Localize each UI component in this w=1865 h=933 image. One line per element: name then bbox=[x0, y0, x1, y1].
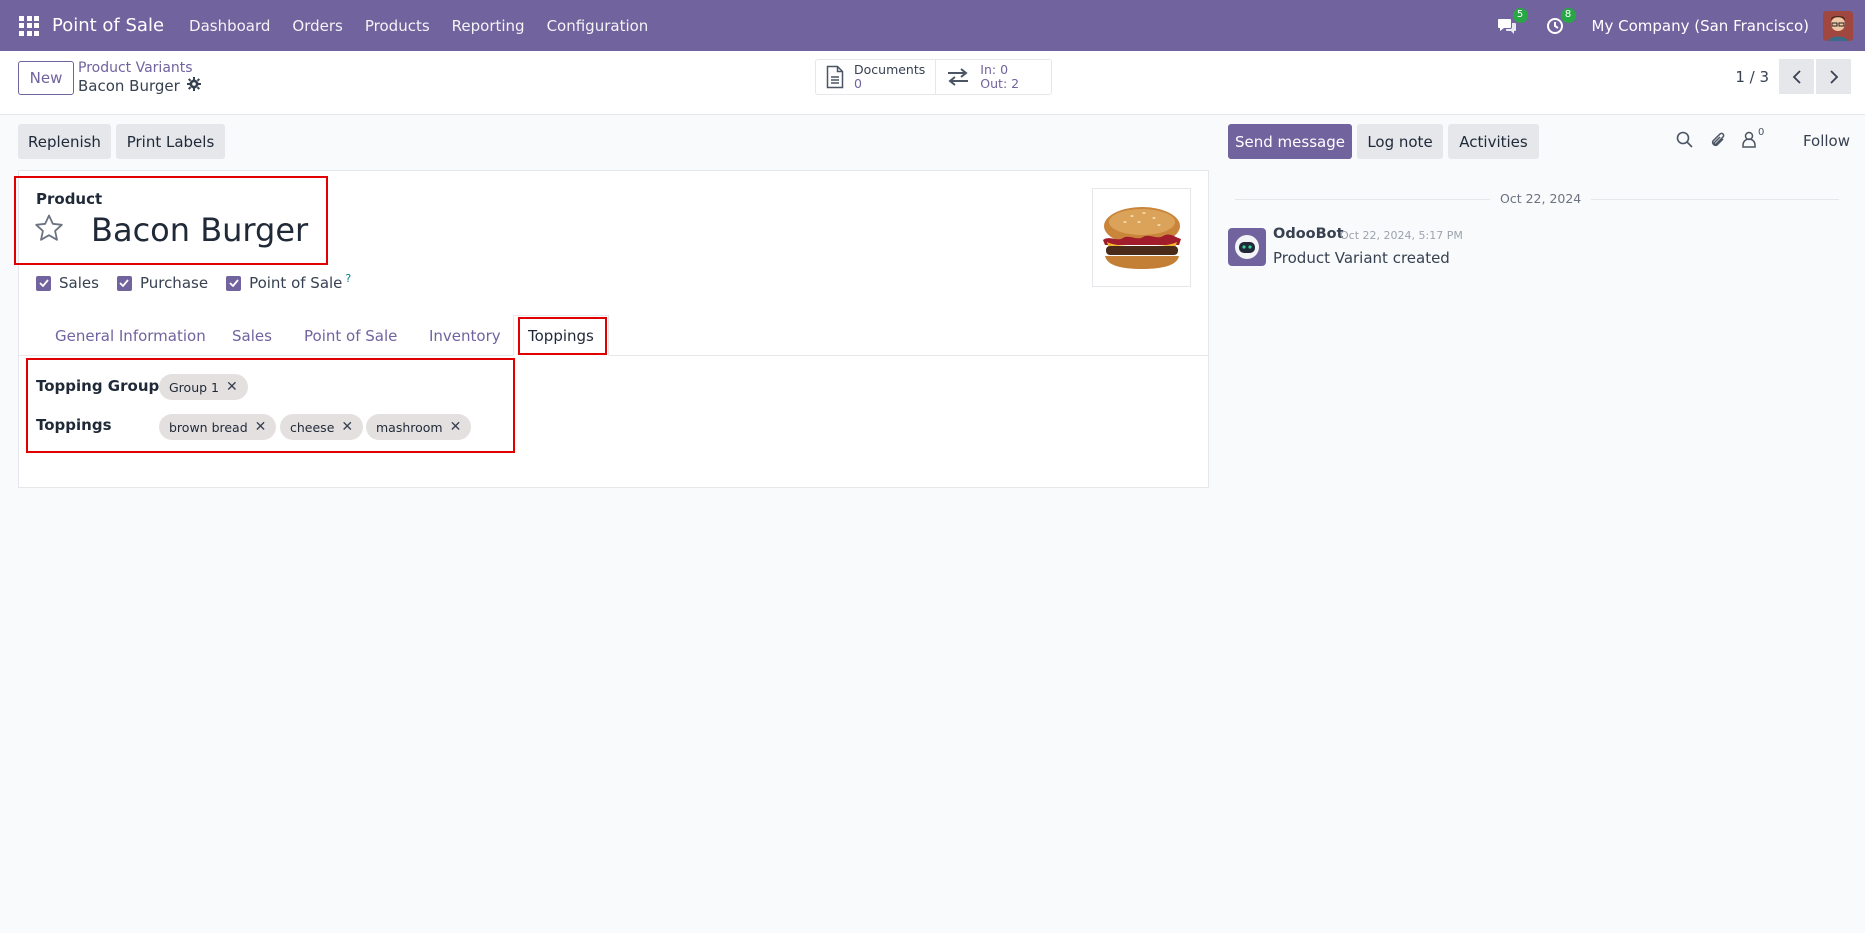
product-image[interactable] bbox=[1092, 188, 1191, 287]
print-labels-button[interactable]: Print Labels bbox=[116, 124, 225, 159]
breadcrumb-parent-link[interactable]: Product Variants bbox=[78, 60, 201, 76]
purchase-checkbox-label: Purchase bbox=[139, 274, 209, 292]
tab-point-of-sale[interactable]: Point of Sale bbox=[304, 315, 397, 356]
chevron-right-icon bbox=[1829, 69, 1839, 84]
product-options: Sales Purchase Point of Sale ? bbox=[36, 272, 369, 292]
moves-in: In: 0 bbox=[980, 62, 1009, 77]
star-icon[interactable] bbox=[34, 214, 64, 246]
close-icon[interactable]: ✕ bbox=[226, 379, 238, 395]
chevron-left-icon bbox=[1792, 69, 1802, 84]
message-body: Product Variant created bbox=[1273, 249, 1450, 267]
clock-icon[interactable]: 8 bbox=[1544, 7, 1576, 37]
message-time: Oct 22, 2024, 5:17 PM bbox=[1340, 229, 1463, 242]
highlight-box-tab bbox=[518, 317, 607, 355]
menu-reporting[interactable]: Reporting bbox=[452, 17, 525, 35]
toppings-label: Toppings bbox=[36, 416, 112, 434]
breadcrumb-current: Bacon Burger bbox=[78, 77, 201, 95]
menu-orders[interactable]: Orders bbox=[292, 17, 342, 35]
search-icon[interactable] bbox=[1676, 131, 1693, 152]
chat-bubbles-icon[interactable]: 5 bbox=[1496, 7, 1528, 37]
odoobot-avatar[interactable] bbox=[1228, 228, 1266, 266]
activities-button[interactable]: Activities bbox=[1448, 124, 1539, 159]
arrows-exchange-icon bbox=[946, 67, 970, 87]
new-button[interactable]: New bbox=[18, 61, 74, 95]
check-icon bbox=[226, 275, 242, 291]
sales-checkbox[interactable]: Sales bbox=[36, 274, 99, 292]
product-label: Product bbox=[36, 190, 103, 208]
log-note-button[interactable]: Log note bbox=[1357, 124, 1443, 159]
user-icon bbox=[1742, 131, 1756, 148]
message-author[interactable]: OdooBot bbox=[1273, 226, 1344, 242]
close-icon[interactable]: ✕ bbox=[255, 419, 267, 435]
file-icon bbox=[826, 65, 844, 89]
breadcrumb: Product Variants Bacon Burger bbox=[78, 60, 201, 95]
close-icon[interactable]: ✕ bbox=[341, 419, 353, 435]
product-name-field[interactable]: Bacon Burger bbox=[91, 211, 308, 249]
company-switcher[interactable]: My Company (San Francisco) bbox=[1592, 17, 1809, 35]
date-separator: Oct 22, 2024 bbox=[1490, 191, 1592, 206]
purchase-checkbox[interactable]: Purchase bbox=[116, 274, 209, 292]
followers-count: 0 bbox=[1758, 127, 1765, 138]
tag-mashroom[interactable]: mashroom ✕ bbox=[366, 414, 472, 440]
documents-label: Documents bbox=[854, 62, 926, 77]
tag-brown-bread[interactable]: brown bread ✕ bbox=[159, 414, 277, 440]
tag-label: Group 1 bbox=[169, 379, 219, 395]
notebook-tabs: General Information Sales Point of Sale … bbox=[19, 315, 1208, 356]
tag-cheese[interactable]: cheese ✕ bbox=[280, 414, 364, 440]
menu-configuration[interactable]: Configuration bbox=[547, 17, 649, 35]
menu-products[interactable]: Products bbox=[365, 17, 430, 35]
tab-general-information[interactable]: General Information bbox=[55, 315, 206, 356]
pager: 1 / 3 bbox=[1735, 59, 1851, 94]
tab-inventory[interactable]: Inventory bbox=[429, 315, 501, 356]
tag-label: cheese bbox=[290, 419, 335, 435]
followers-button[interactable]: 0 bbox=[1742, 127, 1764, 148]
gear-icon[interactable] bbox=[186, 77, 201, 95]
close-icon[interactable]: ✕ bbox=[450, 419, 462, 435]
moves-out: Out: 2 bbox=[980, 76, 1020, 91]
pager-value[interactable]: 1 / 3 bbox=[1735, 68, 1769, 86]
follow-button[interactable]: Follow bbox=[1803, 132, 1850, 150]
activities-badge: 8 bbox=[1560, 7, 1576, 23]
documents-count: 0 bbox=[854, 76, 862, 91]
point-of-sale-checkbox-label: Point of Sale bbox=[249, 274, 343, 292]
point-of-sale-checkbox[interactable]: Point of Sale ? bbox=[226, 272, 351, 292]
navbar-systray: 5 8 My Company (San Francisco) bbox=[1496, 0, 1865, 51]
control-panel: New Product Variants Bacon Burger Docume… bbox=[0, 51, 1865, 115]
check-icon bbox=[36, 275, 51, 291]
tab-sales[interactable]: Sales bbox=[232, 315, 272, 356]
pager-previous-button[interactable] bbox=[1779, 59, 1814, 94]
paperclip-icon[interactable] bbox=[1710, 131, 1727, 153]
smart-buttons: Documents 0 In: 0 Out: 2 bbox=[815, 59, 1053, 95]
top-navbar: Point of Sale Dashboard Orders Products … bbox=[0, 0, 1865, 51]
help-tooltip-icon[interactable]: ? bbox=[345, 272, 351, 285]
pager-next-button[interactable] bbox=[1816, 59, 1851, 94]
app-brand[interactable]: Point of Sale bbox=[52, 15, 164, 36]
check-icon bbox=[116, 275, 132, 291]
documents-smart-button[interactable]: Documents 0 bbox=[816, 60, 935, 94]
in-out-smart-button[interactable]: In: 0 Out: 2 bbox=[935, 60, 1051, 94]
send-message-button[interactable]: Send message bbox=[1228, 124, 1352, 159]
apps-grid-icon[interactable] bbox=[19, 15, 39, 36]
sales-checkbox-label: Sales bbox=[59, 274, 99, 292]
tag-label: brown bread bbox=[169, 419, 248, 435]
topping-group-label: Topping Group bbox=[36, 377, 160, 395]
replenish-button[interactable]: Replenish bbox=[18, 124, 111, 159]
tag-label: mashroom bbox=[376, 419, 443, 435]
messages-badge: 5 bbox=[1512, 7, 1528, 23]
user-avatar[interactable] bbox=[1823, 10, 1853, 41]
menu-dashboard[interactable]: Dashboard bbox=[189, 17, 270, 35]
breadcrumb-current-label: Bacon Burger bbox=[78, 77, 180, 95]
tag-group-1[interactable]: Group 1 ✕ bbox=[159, 374, 248, 400]
